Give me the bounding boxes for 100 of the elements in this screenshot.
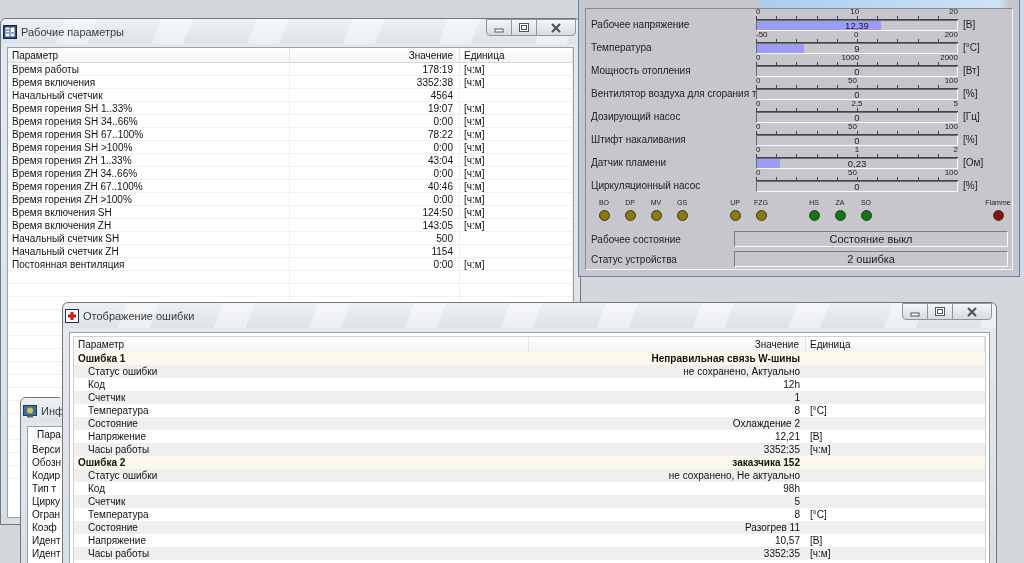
- close-button[interactable]: [952, 303, 992, 320]
- tick-label: 0: [756, 123, 761, 131]
- tick-label: -50: [756, 31, 768, 39]
- gauge-reading: 0: [854, 135, 860, 146]
- gauge-label: Вентилятор воздуха для сгорания т: [591, 88, 756, 101]
- gauge-reading: 0: [854, 89, 860, 100]
- maximize-button[interactable]: [927, 303, 953, 320]
- tick-label: 2000: [940, 54, 958, 62]
- table-cell: Цирку: [32, 495, 61, 508]
- table-cell-text: не сохранено, Не актуально: [667, 469, 801, 482]
- table-cell: [ч:м]: [460, 102, 573, 115]
- table-cell-text: 8: [793, 508, 801, 521]
- table-cell: Время включения SH: [8, 206, 290, 219]
- table-cell: [ч:м]: [460, 128, 573, 141]
- maximize-icon: [518, 22, 530, 33]
- table-cell: 0:00: [290, 193, 460, 206]
- tick-label: 0: [756, 146, 761, 154]
- table-cell: Кодир: [32, 469, 61, 482]
- close-icon: [966, 306, 978, 317]
- gauge-reading: 12,39: [845, 20, 869, 31]
- table-cell-text: [В]: [809, 534, 824, 547]
- column-header[interactable]: Единица: [460, 48, 573, 63]
- table-cell-text: Температура: [87, 404, 150, 417]
- table-cell: 500: [290, 232, 460, 245]
- table-cell: Время горения ZH 34..66%: [8, 167, 290, 180]
- tick-label: 50: [848, 77, 857, 85]
- table-cell: [ч:м]: [460, 206, 573, 219]
- table-cell: Начальный счетчик SH: [8, 232, 290, 245]
- close-button[interactable]: [536, 19, 576, 36]
- table-cell-text: 1: [793, 391, 801, 404]
- table-cell-text: [ч:м]: [809, 547, 832, 560]
- tick-label: 5: [953, 100, 958, 108]
- table-cell-text: Охлаждение 2: [731, 417, 801, 430]
- table-cell-text: Напряжение: [87, 430, 147, 443]
- table-cell: Коэф: [32, 521, 57, 534]
- table-cell: 178:19: [290, 63, 460, 76]
- tick-label: 0: [756, 77, 761, 85]
- table-cell-text: [°C]: [809, 508, 828, 521]
- table-cell-text: [В]: [809, 430, 824, 443]
- table-cell-text: 5: [793, 495, 801, 508]
- table-cell-text: Неправильная связь W-шины: [650, 352, 801, 365]
- table-cell: 3352:38: [290, 76, 460, 89]
- tick-label: 100: [944, 77, 958, 85]
- tick-label: 20: [949, 8, 958, 16]
- table-cell-text: 10,57: [773, 534, 801, 547]
- unit-label: [Вт]: [962, 65, 981, 78]
- table-cell-text: Статус ошибки: [87, 365, 159, 378]
- unit-label: [°C]: [962, 42, 981, 55]
- unit-label: [%]: [962, 134, 979, 147]
- tick-label: 0: [756, 169, 761, 177]
- maximize-button[interactable]: [511, 19, 537, 36]
- table-cell-text: Счетчик: [87, 495, 127, 508]
- column-header[interactable]: Значение: [290, 48, 460, 63]
- gauge-label: Штифт накаливания: [591, 134, 687, 147]
- table-cell: Начальный счетчик: [8, 89, 290, 102]
- gauge-label: Датчик пламени: [591, 157, 667, 170]
- status-label: Статус устройства: [591, 253, 678, 265]
- table-cell-text: Температура: [87, 508, 150, 521]
- table-cell: [ч:м]: [460, 154, 573, 167]
- gauge-reading: 9: [854, 43, 860, 54]
- table-cell-text: 3352:35: [762, 443, 801, 456]
- table-cell: [ч:м]: [460, 63, 573, 76]
- table-cell: Верси: [32, 443, 61, 456]
- unit-label: [Гц]: [962, 111, 981, 124]
- table-cell: 0:00: [290, 258, 460, 271]
- table-cell: Время горения SH 1..33%: [8, 102, 290, 115]
- table-cell: Время включения ZH: [8, 219, 290, 232]
- gauge-label: Рабочее напряжение: [591, 19, 691, 32]
- status-label: Рабочее состояние: [591, 233, 682, 245]
- table-cell: 0:00: [290, 115, 460, 128]
- table-cell: [ч:м]: [460, 141, 573, 154]
- table-cell: [ч:м]: [460, 219, 573, 232]
- table-cell-text: [°C]: [809, 404, 828, 417]
- table-cell-text: 98h: [782, 482, 801, 495]
- table-cell: [ч:м]: [460, 193, 573, 206]
- table-cell: [ч:м]: [460, 76, 573, 89]
- tick-label: 0: [756, 54, 761, 62]
- table-cell: [ч:м]: [460, 167, 573, 180]
- table-cell: Тип т: [32, 482, 57, 495]
- table-cell: Обозн: [32, 456, 62, 469]
- table-cell-text: Счетчик: [87, 391, 127, 404]
- table-cell: 1154: [290, 245, 460, 258]
- status-field: Состояние выкл: [734, 231, 1008, 247]
- gauge-label: Дозирующий насос: [591, 111, 682, 124]
- table-cell-text: Код: [87, 378, 106, 391]
- table-cell: 43:04: [290, 154, 460, 167]
- table-cell-text: 12,21: [773, 430, 801, 443]
- tick-label: 0: [756, 100, 761, 108]
- gauge-label: Мощность отопления: [591, 65, 692, 78]
- table-cell: Время горения ZH >100%: [8, 193, 290, 206]
- monitor-icon: [23, 403, 37, 418]
- tick-label: 50: [848, 169, 857, 177]
- table-cell: Идент: [32, 534, 61, 547]
- column-header[interactable]: Параметр: [8, 48, 290, 63]
- unit-label: [%]: [962, 88, 979, 101]
- tick-label: 10: [850, 8, 860, 16]
- table-cell-text: Разогрев 11: [743, 521, 801, 534]
- gauge-reading: 0: [854, 66, 860, 77]
- tick-label: 1: [854, 146, 860, 154]
- table-cell: Время горения SH >100%: [8, 141, 290, 154]
